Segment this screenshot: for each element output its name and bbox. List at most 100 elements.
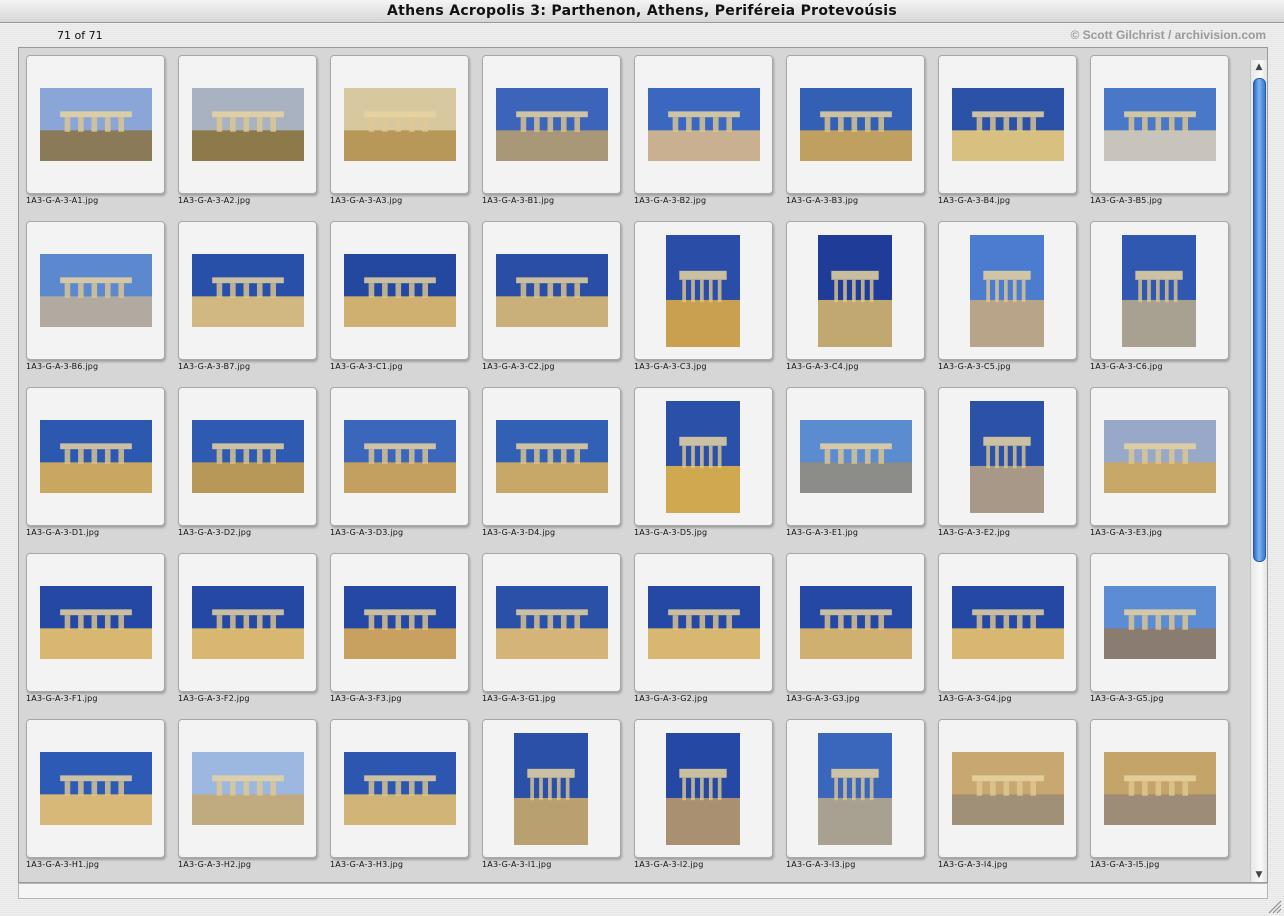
thumbnail-image[interactable] <box>648 586 760 659</box>
thumbnail-image[interactable] <box>1122 235 1196 347</box>
thumbnail-image[interactable] <box>40 586 152 659</box>
thumbnail-item[interactable]: 1A3-G-A-3-G3.jpg <box>779 546 931 706</box>
thumbnail-image[interactable] <box>344 586 456 659</box>
thumbnail-item[interactable]: 1A3-G-A-3-F2.jpg <box>171 546 323 706</box>
thumbnail-item[interactable]: 1A3-G-A-3-G5.jpg <box>1083 546 1235 706</box>
thumbnail-item[interactable]: 1A3-G-A-3-B2.jpg <box>627 48 779 208</box>
thumbnail-item[interactable]: 1A3-G-A-3-G2.jpg <box>627 546 779 706</box>
slide-frame[interactable] <box>1090 553 1229 692</box>
slide-frame[interactable] <box>786 221 925 360</box>
thumbnail-image[interactable] <box>40 420 152 493</box>
slide-frame[interactable] <box>178 553 317 692</box>
down-arrow-icon[interactable]: ▼ <box>1251 868 1267 882</box>
slide-frame[interactable] <box>634 221 773 360</box>
thumbnail-image[interactable] <box>818 235 892 347</box>
thumbnail-item[interactable]: 1A3-G-A-3-G4.jpg <box>931 546 1083 706</box>
thumbnail-item[interactable]: 1A3-G-A-3-B7.jpg <box>171 214 323 374</box>
thumbnail-image[interactable] <box>1104 586 1216 659</box>
slide-frame[interactable] <box>634 553 773 692</box>
thumbnail-image[interactable] <box>666 733 740 845</box>
thumbnail-image[interactable] <box>192 88 304 161</box>
slide-frame[interactable] <box>26 553 165 692</box>
slide-frame[interactable] <box>786 55 925 194</box>
thumbnail-item[interactable]: 1A3-G-A-3-D5.jpg <box>627 380 779 540</box>
thumbnail-item[interactable]: 1A3-G-A-3-D3.jpg <box>323 380 475 540</box>
thumbnail-image[interactable] <box>970 235 1044 347</box>
thumbnail-item[interactable]: 1A3-G-A-3-E2.jpg <box>931 380 1083 540</box>
up-arrow-icon[interactable]: ▲ <box>1251 60 1267 74</box>
thumbnail-item[interactable]: 1A3-G-A-3-B5.jpg <box>1083 48 1235 208</box>
thumbnail-image[interactable] <box>970 401 1044 513</box>
slide-frame[interactable] <box>938 55 1077 194</box>
thumbnail-image[interactable] <box>666 401 740 513</box>
thumbnail-item[interactable]: 1A3-G-A-3-C6.jpg <box>1083 214 1235 374</box>
thumbnail-item[interactable]: 1A3-G-A-3-C1.jpg <box>323 214 475 374</box>
slide-frame[interactable] <box>634 55 773 194</box>
slide-frame[interactable] <box>938 553 1077 692</box>
thumbnail-item[interactable]: 1A3-G-A-3-C2.jpg <box>475 214 627 374</box>
thumbnail-image[interactable] <box>344 88 456 161</box>
slide-frame[interactable] <box>26 719 165 858</box>
slide-frame[interactable] <box>938 387 1077 526</box>
slide-frame[interactable] <box>330 719 469 858</box>
slide-frame[interactable] <box>938 221 1077 360</box>
thumbnail-item[interactable]: 1A3-G-A-3-E3.jpg <box>1083 380 1235 540</box>
thumbnail-item[interactable]: 1A3-G-A-3-I1.jpg <box>475 712 627 872</box>
slide-frame[interactable] <box>26 221 165 360</box>
thumbnail-item[interactable]: 1A3-G-A-3-H3.jpg <box>323 712 475 872</box>
slide-frame[interactable] <box>178 387 317 526</box>
thumbnail-item[interactable]: 1A3-G-A-3-B1.jpg <box>475 48 627 208</box>
resize-grip-icon[interactable] <box>1268 900 1282 914</box>
thumbnail-item[interactable]: 1A3-G-A-3-A1.jpg <box>19 48 171 208</box>
thumbnail-item[interactable]: 1A3-G-A-3-I4.jpg <box>931 712 1083 872</box>
thumbnail-item[interactable]: 1A3-G-A-3-B6.jpg <box>19 214 171 374</box>
slide-frame[interactable] <box>26 387 165 526</box>
slide-frame[interactable] <box>1090 719 1229 858</box>
slide-frame[interactable] <box>482 719 621 858</box>
thumbnail-image[interactable] <box>496 254 608 327</box>
thumbnail-image[interactable] <box>800 586 912 659</box>
vertical-scrollbar[interactable]: ▲ ▼ <box>1250 60 1267 882</box>
thumbnail-image[interactable] <box>800 88 912 161</box>
scrollbar-thumb[interactable] <box>1253 78 1266 562</box>
thumbnail-image[interactable] <box>648 88 760 161</box>
thumbnail-image[interactable] <box>344 420 456 493</box>
slide-frame[interactable] <box>1090 221 1229 360</box>
slide-frame[interactable] <box>482 387 621 526</box>
thumbnail-item[interactable]: 1A3-G-A-3-A2.jpg <box>171 48 323 208</box>
slide-frame[interactable] <box>178 55 317 194</box>
thumbnail-item[interactable]: 1A3-G-A-3-G1.jpg <box>475 546 627 706</box>
thumbnail-item[interactable]: 1A3-G-A-3-B3.jpg <box>779 48 931 208</box>
slide-frame[interactable] <box>1090 387 1229 526</box>
thumbnail-item[interactable]: 1A3-G-A-3-F1.jpg <box>19 546 171 706</box>
thumbnail-image[interactable] <box>40 254 152 327</box>
slide-frame[interactable] <box>178 221 317 360</box>
thumbnail-item[interactable]: 1A3-G-A-3-D1.jpg <box>19 380 171 540</box>
thumbnail-image[interactable] <box>800 420 912 493</box>
thumbnail-image[interactable] <box>192 752 304 825</box>
thumbnail-item[interactable]: 1A3-G-A-3-C4.jpg <box>779 214 931 374</box>
thumbnail-image[interactable] <box>40 88 152 161</box>
slide-frame[interactable] <box>330 55 469 194</box>
thumbnail-image[interactable] <box>496 88 608 161</box>
thumbnail-image[interactable] <box>666 235 740 347</box>
thumbnail-item[interactable]: 1A3-G-A-3-B4.jpg <box>931 48 1083 208</box>
thumbnail-image[interactable] <box>192 254 304 327</box>
slide-frame[interactable] <box>330 553 469 692</box>
slide-frame[interactable] <box>178 719 317 858</box>
slide-frame[interactable] <box>330 221 469 360</box>
thumbnail-image[interactable] <box>952 752 1064 825</box>
slide-frame[interactable] <box>786 719 925 858</box>
thumbnail-item[interactable]: 1A3-G-A-3-I2.jpg <box>627 712 779 872</box>
thumbnail-image[interactable] <box>952 586 1064 659</box>
thumbnail-item[interactable]: 1A3-G-A-3-F3.jpg <box>323 546 475 706</box>
thumbnail-image[interactable] <box>496 420 608 493</box>
slide-frame[interactable] <box>482 553 621 692</box>
slide-frame[interactable] <box>1090 55 1229 194</box>
thumbnail-image[interactable] <box>496 586 608 659</box>
slide-frame[interactable] <box>482 55 621 194</box>
thumbnail-image[interactable] <box>1104 752 1216 825</box>
thumbnail-image[interactable] <box>192 586 304 659</box>
slide-frame[interactable] <box>786 387 925 526</box>
thumbnail-image[interactable] <box>40 752 152 825</box>
